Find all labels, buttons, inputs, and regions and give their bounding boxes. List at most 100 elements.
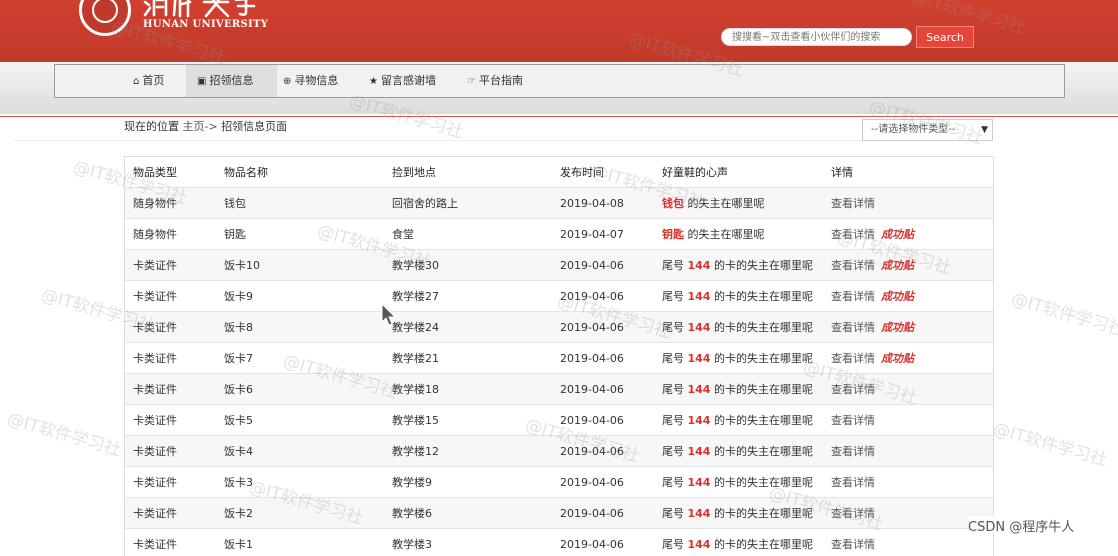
view-details-link[interactable]: 查看详情 bbox=[831, 507, 875, 520]
message-suffix: 的卡的失主在哪里呢 bbox=[710, 538, 813, 551]
cell-detail: 查看详情 bbox=[823, 374, 993, 405]
cell-post-date: 2019-04-06 bbox=[552, 250, 654, 281]
cell-item-type: 卡类证件 bbox=[125, 281, 216, 312]
cell-post-date: 2019-04-07 bbox=[552, 219, 654, 250]
view-details-link[interactable]: 查看详情 bbox=[831, 352, 875, 365]
view-details-link[interactable]: 查看详情 bbox=[831, 414, 875, 427]
cell-item-name: 饭卡4 bbox=[216, 436, 384, 467]
cell-item-name: 饭卡10 bbox=[216, 250, 384, 281]
view-details-link[interactable]: 查看详情 bbox=[831, 538, 875, 551]
cell-post-date: 2019-04-06 bbox=[552, 436, 654, 467]
cell-item-name: 饭卡2 bbox=[216, 498, 384, 529]
message-suffix: 的失主在哪里呢 bbox=[684, 197, 765, 210]
nav-item-home[interactable]: ⌂首页 bbox=[125, 65, 183, 97]
breadcrumb: 现在的位置 主页-> 招领信息页面 bbox=[124, 118, 287, 134]
message-highlight: 144 bbox=[688, 538, 711, 551]
cell-message: 钥匙 的失主在哪里呢 bbox=[654, 219, 823, 250]
message-suffix: 的卡的失主在哪里呢 bbox=[710, 476, 813, 489]
mouse-cursor-icon bbox=[381, 303, 397, 327]
cell-item-name: 饭卡3 bbox=[216, 467, 384, 498]
message-prefix: 尾号 bbox=[662, 414, 688, 427]
view-details-link[interactable]: 查看详情 bbox=[831, 476, 875, 489]
nav-item-platform-guide[interactable]: ☞平台指南 bbox=[459, 65, 547, 97]
message-highlight: 144 bbox=[688, 383, 711, 396]
success-badge: 成功贴 bbox=[881, 228, 914, 241]
view-details-link[interactable]: 查看详情 bbox=[831, 445, 875, 458]
cell-post-date: 2019-04-06 bbox=[552, 374, 654, 405]
cell-found-place: 教学楼21 bbox=[384, 343, 552, 374]
cell-post-date: 2019-04-06 bbox=[552, 312, 654, 343]
home-icon: ⌂ bbox=[133, 76, 139, 87]
picture-icon: ▣ bbox=[197, 76, 206, 87]
found-items-table: 物品类型 物品名称 捡到地点 发布时间 好童鞋的心声 详情 随身物件钱包回宿舍的… bbox=[124, 156, 994, 556]
message-suffix: 的卡的失主在哪里呢 bbox=[710, 445, 813, 458]
cell-found-place: 食堂 bbox=[384, 219, 552, 250]
cell-message: 尾号 144 的卡的失主在哪里呢 bbox=[654, 312, 823, 343]
message-prefix: 尾号 bbox=[662, 259, 688, 272]
cell-post-date: 2019-04-08 bbox=[552, 188, 654, 219]
view-details-link[interactable]: 查看详情 bbox=[831, 259, 875, 272]
hand-pointer-icon: ☞ bbox=[467, 76, 476, 87]
message-prefix: 尾号 bbox=[662, 476, 688, 489]
nav-item-thanks-wall[interactable]: ★留言感谢墙 bbox=[361, 65, 461, 97]
cell-item-name: 饭卡7 bbox=[216, 343, 384, 374]
cell-message: 尾号 144 的卡的失主在哪里呢 bbox=[654, 436, 823, 467]
cell-item-type: 卡类证件 bbox=[125, 343, 216, 374]
success-badge: 成功贴 bbox=[881, 290, 914, 303]
university-name-en: HUNAN UNIVERSITY bbox=[143, 19, 268, 30]
message-highlight: 144 bbox=[688, 507, 711, 520]
view-details-link[interactable]: 查看详情 bbox=[831, 383, 875, 396]
main-nav: ⌂首页 ▣招领信息 ⊕寻物信息 ★留言感谢墙 ☞平台指南 bbox=[54, 64, 1065, 98]
watermark-text: @IT软件学习社 bbox=[5, 404, 125, 460]
view-details-link[interactable]: 查看详情 bbox=[831, 228, 875, 241]
table-row: 卡类证件饭卡9教学楼272019-04-06尾号 144 的卡的失主在哪里呢查看… bbox=[125, 281, 993, 312]
search-button[interactable]: Search bbox=[916, 26, 974, 48]
chevron-down-icon: ▼ bbox=[981, 120, 988, 140]
message-suffix: 的卡的失主在哪里呢 bbox=[710, 414, 813, 427]
cell-found-place: 教学楼9 bbox=[384, 467, 552, 498]
cell-item-type: 卡类证件 bbox=[125, 436, 216, 467]
message-highlight: 144 bbox=[688, 414, 711, 427]
table-row: 卡类证件饭卡4教学楼122019-04-06尾号 144 的卡的失主在哪里呢查看… bbox=[125, 436, 993, 467]
nav-label: 平台指南 bbox=[479, 74, 523, 87]
view-details-link[interactable]: 查看详情 bbox=[831, 197, 875, 210]
table-row: 随身物件钥匙食堂2019-04-07钥匙 的失主在哪里呢查看详情成功贴 bbox=[125, 219, 993, 250]
item-type-select[interactable]: --请选择物件类型-- ▼ bbox=[862, 119, 993, 141]
cell-detail: 查看详情成功贴 bbox=[823, 281, 993, 312]
cell-detail: 查看详情成功贴 bbox=[823, 343, 993, 374]
table-row: 卡类证件饭卡1教学楼32019-04-06尾号 144 的卡的失主在哪里呢查看详… bbox=[125, 529, 993, 556]
cell-item-type: 卡类证件 bbox=[125, 405, 216, 436]
view-details-link[interactable]: 查看详情 bbox=[831, 321, 875, 334]
message-prefix: 尾号 bbox=[662, 290, 688, 303]
cell-item-type: 卡类证件 bbox=[125, 529, 216, 556]
message-highlight: 144 bbox=[688, 290, 711, 303]
nav-item-lost-info[interactable]: ⊕寻物信息 bbox=[275, 65, 363, 97]
breadcrumb-current: 招领信息页面 bbox=[221, 120, 287, 133]
breadcrumb-home-link[interactable]: 主页-> bbox=[183, 120, 218, 133]
cell-message: 尾号 144 的卡的失主在哪里呢 bbox=[654, 343, 823, 374]
cell-detail: 查看详情 bbox=[823, 405, 993, 436]
cell-found-place: 教学楼6 bbox=[384, 498, 552, 529]
column-header: 物品类型 bbox=[125, 157, 216, 188]
cell-item-name: 钱包 bbox=[216, 188, 384, 219]
cell-item-type: 卡类证件 bbox=[125, 250, 216, 281]
message-suffix: 的卡的失主在哪里呢 bbox=[710, 383, 813, 396]
cell-detail: 查看详情成功贴 bbox=[823, 250, 993, 281]
cell-post-date: 2019-04-06 bbox=[552, 343, 654, 374]
cell-item-type: 卡类证件 bbox=[125, 312, 216, 343]
message-prefix: 尾号 bbox=[662, 352, 688, 365]
view-details-link[interactable]: 查看详情 bbox=[831, 290, 875, 303]
search-input[interactable] bbox=[721, 28, 912, 46]
cell-item-type: 卡类证件 bbox=[125, 374, 216, 405]
success-badge: 成功贴 bbox=[881, 321, 914, 334]
table-row: 卡类证件饭卡7教学楼212019-04-06尾号 144 的卡的失主在哪里呢查看… bbox=[125, 343, 993, 374]
university-seal-icon bbox=[79, 0, 131, 36]
message-highlight: 钥匙 bbox=[662, 228, 684, 241]
cell-detail: 查看详情 bbox=[823, 188, 993, 219]
cell-found-place: 教学楼24 bbox=[384, 312, 552, 343]
cell-detail: 查看详情成功贴 bbox=[823, 219, 993, 250]
cell-post-date: 2019-04-06 bbox=[552, 281, 654, 312]
nav-item-found-info[interactable]: ▣招领信息 bbox=[186, 65, 277, 97]
message-highlight: 144 bbox=[688, 352, 711, 365]
breadcrumb-prefix: 现在的位置 bbox=[124, 120, 179, 133]
